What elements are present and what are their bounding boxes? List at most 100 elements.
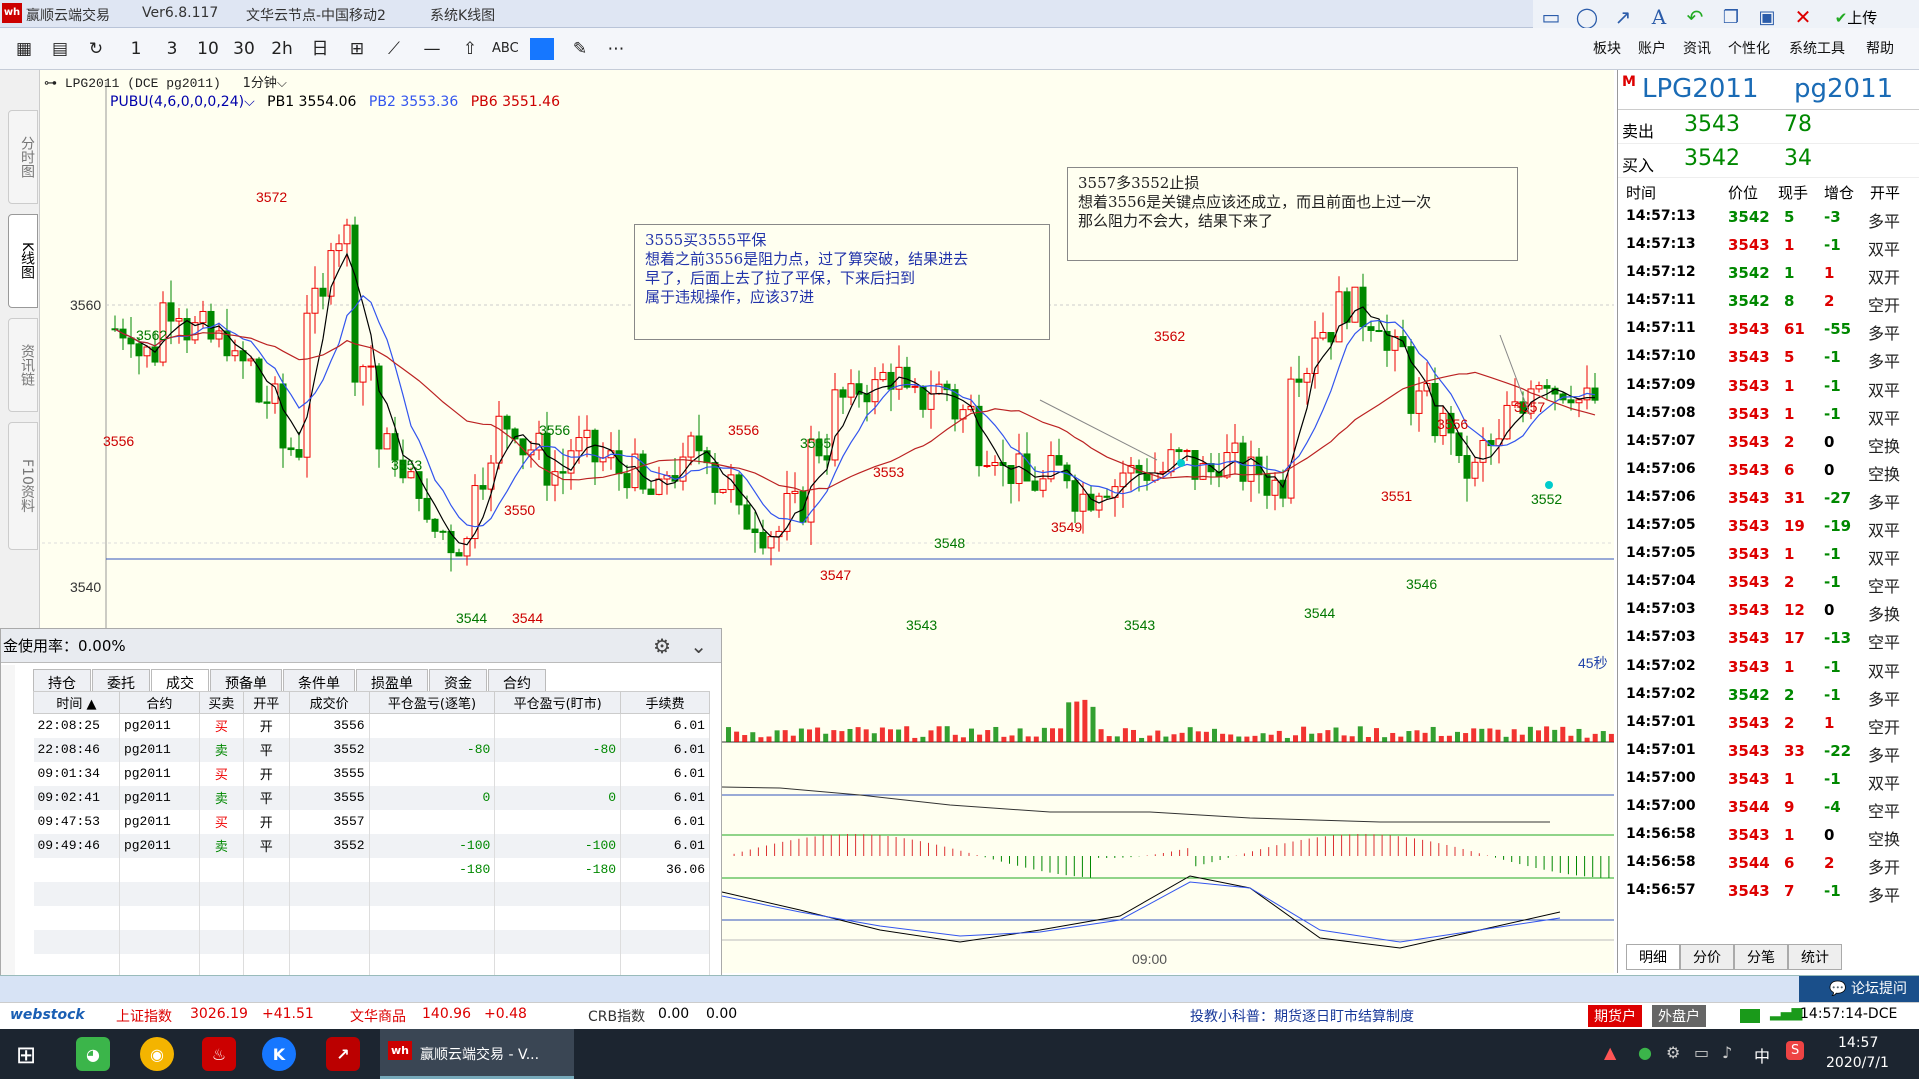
layout-grid-icon[interactable]: ⊞ bbox=[345, 36, 369, 62]
tab-detail[interactable]: 明细 bbox=[1626, 944, 1680, 970]
tray-wechat-icon[interactable]: ● bbox=[1638, 1043, 1652, 1062]
table-row[interactable]: 09:01:34 pg2011 买开 3555 6.01 bbox=[33, 761, 710, 786]
tick-row[interactable]: 14:57:13 3542 5 -3 多平 bbox=[1618, 204, 1919, 232]
annotation-callout-2[interactable]: 3557多3552止损 想着3556是关键点应该还成立，而且前面也上过一次 那么… bbox=[1067, 167, 1518, 261]
tick-row[interactable]: 14:57:10 3543 5 -1 多平 bbox=[1618, 344, 1919, 372]
ime-indicator[interactable]: 中 bbox=[1754, 1043, 1770, 1067]
rectangle-icon[interactable]: ▭ bbox=[1533, 5, 1569, 29]
futures-account-button[interactable]: 期货户 bbox=[1588, 1005, 1642, 1027]
col-side[interactable]: 买卖 bbox=[198, 691, 244, 714]
tick-row[interactable]: 14:56:57 3543 7 -1 多平 bbox=[1618, 878, 1919, 906]
period-1[interactable]: 1 bbox=[124, 36, 148, 62]
col-time[interactable]: 时间 ▲ bbox=[33, 691, 120, 714]
sogou-icon[interactable]: S bbox=[1786, 1041, 1805, 1060]
col-pl-mark[interactable]: 平仓盈亏(盯市) bbox=[494, 691, 622, 714]
abc-text-tool[interactable]: ABC bbox=[492, 36, 519, 62]
menu-system-tools[interactable]: 系统工具 bbox=[1789, 38, 1845, 58]
menu-news[interactable]: 资讯 bbox=[1683, 38, 1711, 58]
col-price[interactable]: 成交价 bbox=[288, 691, 370, 714]
tray-wh-icon[interactable]: ▲ bbox=[1604, 1043, 1616, 1062]
tick-row[interactable]: 14:57:00 3544 9 -4 空平 bbox=[1618, 794, 1919, 822]
chrome-icon[interactable]: ◉ bbox=[140, 1037, 174, 1071]
tick-row[interactable]: 14:57:02 3542 2 -1 多平 bbox=[1618, 682, 1919, 710]
tick-row[interactable]: 14:57:03 3543 17 -13 空平 bbox=[1618, 625, 1919, 653]
tick-row[interactable]: 14:57:05 3543 1 -1 双平 bbox=[1618, 541, 1919, 569]
col-contract[interactable]: 合约 bbox=[118, 691, 200, 714]
text-icon[interactable]: A bbox=[1641, 5, 1677, 29]
forum-button[interactable]: 💬 论坛提问 bbox=[1799, 976, 1919, 1002]
windows-start-icon[interactable]: ⊞ bbox=[16, 1041, 36, 1069]
tick-row[interactable]: 14:57:00 3543 1 -1 双平 bbox=[1618, 766, 1919, 794]
tick-row[interactable]: 14:57:06 3543 31 -27 多平 bbox=[1618, 485, 1919, 513]
table-row[interactable]: 09:47:53 pg2011 买开 3557 6.01 bbox=[33, 809, 710, 834]
indicator-name[interactable]: PUBU(4,6,0,0,0,24)⌵ bbox=[110, 94, 255, 110]
collapse-icon[interactable]: ⌄ bbox=[690, 629, 707, 663]
refresh-icon[interactable]: ↻ bbox=[84, 36, 108, 62]
tick-row[interactable]: 14:57:07 3543 2 0 空换 bbox=[1618, 429, 1919, 457]
period-30[interactable]: 30 bbox=[232, 36, 256, 62]
tick-row[interactable]: 14:57:03 3543 12 0 多换 bbox=[1618, 597, 1919, 625]
k-app-icon[interactable]: K bbox=[262, 1037, 296, 1071]
undo-icon[interactable]: ↶ bbox=[1677, 5, 1713, 29]
tick-row[interactable]: 14:57:09 3543 1 -1 双平 bbox=[1618, 373, 1919, 401]
table-row[interactable]: 22:08:25 pg2011 买开 3556 6.01 bbox=[33, 713, 710, 738]
tab-price-dist[interactable]: 分价 bbox=[1680, 944, 1734, 970]
period-2h[interactable]: 2h bbox=[270, 36, 294, 62]
tick-row[interactable]: 14:57:01 3543 33 -22 多平 bbox=[1618, 738, 1919, 766]
period-day[interactable]: 日 bbox=[308, 36, 332, 62]
tab-news-chain[interactable]: 资讯链 bbox=[8, 318, 38, 412]
tick-row[interactable]: 14:57:01 3543 2 1 空开 bbox=[1618, 710, 1919, 738]
tab-stats[interactable]: 统计 bbox=[1788, 944, 1842, 970]
eraser-icon[interactable]: ✎ bbox=[568, 36, 592, 62]
trade-app-icon[interactable]: ↗ bbox=[326, 1037, 360, 1071]
volume-icon[interactable]: ♪ bbox=[1722, 1043, 1732, 1062]
col-pl-trade[interactable]: 平仓盈亏(逐笔) bbox=[368, 691, 496, 714]
tick-row[interactable]: 14:57:08 3543 1 -1 双平 bbox=[1618, 401, 1919, 429]
table-row[interactable]: 22:08:46 pg2011 卖平 3552 -80 -80 6.01 bbox=[33, 737, 710, 762]
gear-icon[interactable]: ⚙ bbox=[653, 629, 671, 663]
menu-blocks[interactable]: 板块 bbox=[1593, 38, 1621, 58]
line-tool-icon[interactable]: ⟋ bbox=[382, 36, 406, 62]
color-picker[interactable] bbox=[530, 38, 554, 60]
tick-row[interactable]: 14:57:11 3543 61 -55 多平 bbox=[1618, 316, 1919, 344]
up-arrow-icon[interactable]: ⇧ bbox=[458, 36, 482, 62]
order-icon[interactable]: ▦ bbox=[12, 36, 36, 62]
tick-row[interactable]: 14:56:58 3544 6 2 多开 bbox=[1618, 850, 1919, 878]
taskbar-active-app[interactable]: wh 赢顺云端交易 - V... bbox=[380, 1029, 574, 1079]
menu-account[interactable]: 账户 bbox=[1638, 38, 1666, 58]
annotation-callout-1[interactable]: 3555买3555平保 想着之前3556是阻力点，过了算突破，结果进去 早了，后… bbox=[634, 224, 1050, 340]
menu-help[interactable]: 帮助 bbox=[1866, 38, 1894, 58]
tick-row[interactable]: 14:57:13 3543 1 -1 双平 bbox=[1618, 232, 1919, 260]
ellipse-icon[interactable]: ◯ bbox=[1569, 5, 1605, 29]
tab-kline[interactable]: K线图 bbox=[8, 214, 38, 308]
wenhua-icon[interactable]: ♨ bbox=[202, 1037, 236, 1071]
tick-row[interactable]: 14:56:58 3543 1 0 空换 bbox=[1618, 822, 1919, 850]
delete-icon[interactable]: ✕ bbox=[1785, 5, 1821, 29]
period-3[interactable]: 3 bbox=[160, 36, 184, 62]
col-fee[interactable]: 手续费 bbox=[620, 691, 710, 714]
period-10[interactable]: 10 bbox=[196, 36, 220, 62]
tick-row[interactable]: 14:57:12 3542 1 1 双开 bbox=[1618, 260, 1919, 288]
copy-icon[interactable]: ❐ bbox=[1713, 7, 1749, 28]
tray-settings-icon[interactable]: ⚙ bbox=[1666, 1043, 1680, 1062]
tab-ticks[interactable]: 分笔 bbox=[1734, 944, 1788, 970]
save-layout-icon[interactable]: ▤ bbox=[48, 36, 72, 62]
col-openclose[interactable]: 开平 bbox=[242, 691, 290, 714]
menu-personalize[interactable]: 个性化 bbox=[1728, 38, 1770, 58]
tick-row[interactable]: 14:57:06 3543 6 0 空换 bbox=[1618, 457, 1919, 485]
tick-row[interactable]: 14:57:11 3542 8 2 空开 bbox=[1618, 288, 1919, 316]
save-icon[interactable]: ▣ bbox=[1749, 7, 1785, 28]
upload-button[interactable]: ✔上传 bbox=[1821, 7, 1891, 28]
external-account-button[interactable]: 外盘户 bbox=[1652, 1005, 1706, 1027]
wechat-icon[interactable]: ◕ bbox=[76, 1037, 110, 1071]
tick-row[interactable]: 14:57:05 3543 19 -19 双平 bbox=[1618, 513, 1919, 541]
tab-timeshare[interactable]: 分时图 bbox=[8, 110, 38, 204]
tick-row[interactable]: 14:57:04 3543 2 -1 空平 bbox=[1618, 569, 1919, 597]
hline-tool-icon[interactable]: — bbox=[420, 36, 444, 62]
table-row[interactable]: 09:02:41 pg2011 卖平 3555 0 0 6.01 bbox=[33, 785, 710, 810]
tab-f10[interactable]: F10资料 bbox=[8, 422, 38, 550]
arrow-icon[interactable]: ↗ bbox=[1605, 5, 1641, 29]
tip-link[interactable]: 投教小科普：期货逐日盯市结算制度 bbox=[1190, 1006, 1414, 1026]
period-selector[interactable]: 1分钟⌵ bbox=[243, 76, 287, 91]
tick-row[interactable]: 14:57:02 3543 1 -1 双平 bbox=[1618, 654, 1919, 682]
